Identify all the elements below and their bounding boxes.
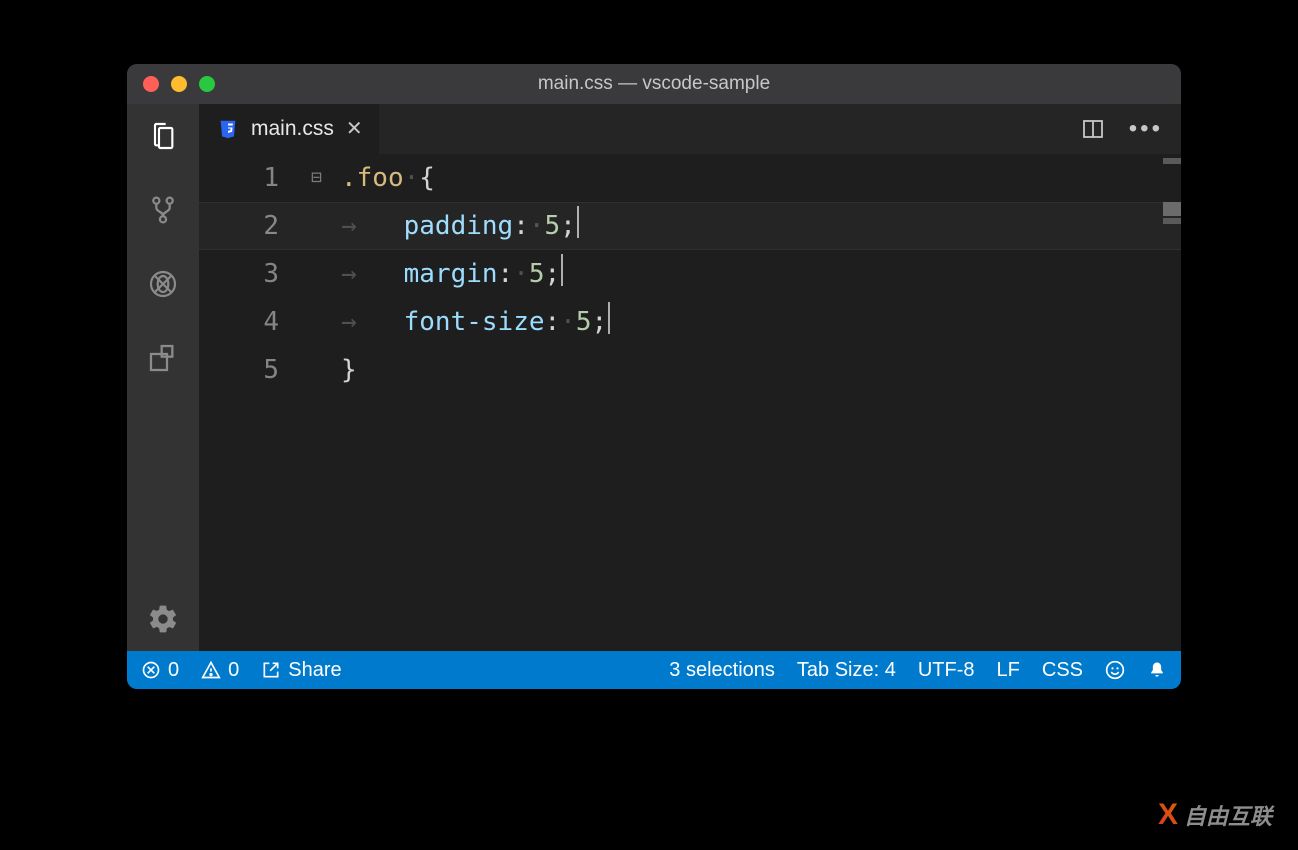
status-errors[interactable]: 0 bbox=[141, 659, 179, 682]
code-line[interactable]: → margin:·5; bbox=[305, 250, 1181, 298]
debug-icon[interactable] bbox=[145, 266, 181, 302]
line-number: 1 bbox=[199, 154, 279, 202]
watermark-text: 自由互联 bbox=[1184, 799, 1272, 831]
window-controls bbox=[127, 76, 215, 92]
line-number: 5 bbox=[199, 346, 279, 394]
settings-gear-icon[interactable] bbox=[145, 601, 181, 637]
status-bar: 0 0 Share 3 selections Tab Size: 4 UTF-8… bbox=[127, 651, 1181, 689]
share-label: Share bbox=[288, 659, 341, 682]
text-editor[interactable]: 1 2 3 4 5 ⊟.foo·{ → padding:·5; → margin… bbox=[199, 154, 1181, 651]
activity-bar bbox=[127, 104, 199, 651]
minimize-window-button[interactable] bbox=[171, 76, 187, 92]
titlebar: main.css — vscode-sample bbox=[127, 64, 1181, 104]
split-editor-icon[interactable] bbox=[1081, 117, 1105, 141]
maximize-window-button[interactable] bbox=[199, 76, 215, 92]
css-file-icon bbox=[217, 118, 239, 140]
status-share[interactable]: Share bbox=[261, 659, 341, 682]
line-number-gutter: 1 2 3 4 5 bbox=[199, 154, 305, 651]
status-bell-icon[interactable] bbox=[1147, 660, 1167, 680]
extensions-icon[interactable] bbox=[145, 340, 181, 376]
code-line[interactable]: ⊟.foo·{ bbox=[305, 154, 1181, 202]
close-window-button[interactable] bbox=[143, 76, 159, 92]
code-line[interactable]: → font-size:·5; bbox=[305, 298, 1181, 346]
status-language[interactable]: CSS bbox=[1042, 659, 1083, 682]
cursor bbox=[561, 254, 563, 286]
status-feedback-icon[interactable] bbox=[1105, 660, 1125, 680]
warnings-count: 0 bbox=[228, 659, 239, 682]
status-encoding[interactable]: UTF-8 bbox=[918, 659, 975, 682]
errors-count: 0 bbox=[168, 659, 179, 682]
code-line[interactable]: → padding:·5; bbox=[305, 202, 1181, 250]
tab-bar: main.css ✕ ••• bbox=[199, 104, 1181, 154]
cursor bbox=[608, 302, 610, 334]
watermark-logo-icon: X bbox=[1158, 798, 1178, 832]
line-number: 4 bbox=[199, 298, 279, 346]
line-number: 3 bbox=[199, 250, 279, 298]
explorer-icon[interactable] bbox=[145, 118, 181, 154]
status-selections[interactable]: 3 selections bbox=[669, 659, 775, 682]
status-warnings[interactable]: 0 bbox=[201, 659, 239, 682]
tab-label: main.css bbox=[251, 117, 334, 141]
window-title: main.css — vscode-sample bbox=[127, 73, 1181, 95]
cursor bbox=[577, 206, 579, 238]
status-eol[interactable]: LF bbox=[997, 659, 1020, 682]
line-number: 2 bbox=[199, 202, 279, 250]
status-tabsize[interactable]: Tab Size: 4 bbox=[797, 659, 896, 682]
watermark: X 自由互联 bbox=[1158, 798, 1272, 832]
code-content[interactable]: ⊟.foo·{ → padding:·5; → margin:·5; → fon… bbox=[305, 154, 1181, 651]
fold-icon[interactable]: ⊟ bbox=[311, 154, 322, 202]
code-line[interactable]: } bbox=[305, 346, 1181, 394]
more-actions-icon[interactable]: ••• bbox=[1129, 117, 1163, 141]
source-control-icon[interactable] bbox=[145, 192, 181, 228]
overview-ruler[interactable] bbox=[1163, 154, 1181, 651]
tab-main-css[interactable]: main.css ✕ bbox=[199, 104, 380, 154]
vscode-window: main.css — vscode-sample bbox=[127, 64, 1181, 689]
close-tab-icon[interactable]: ✕ bbox=[346, 119, 363, 139]
editor-group: main.css ✕ ••• 1 2 3 4 5 bbox=[199, 104, 1181, 651]
